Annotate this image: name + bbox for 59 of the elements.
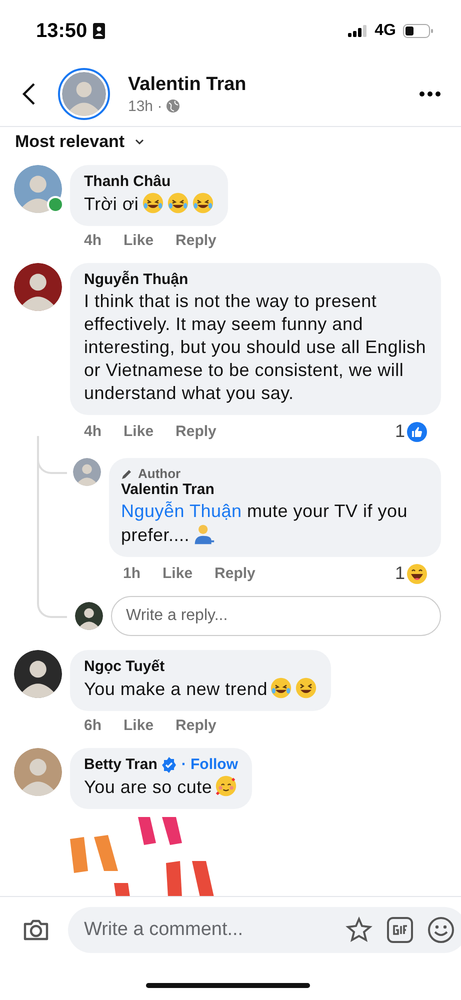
- like-button[interactable]: Like: [124, 423, 154, 440]
- globe-icon: [166, 99, 180, 113]
- avatar[interactable]: [14, 263, 62, 311]
- signal-icon: [348, 25, 368, 37]
- reply-button[interactable]: Reply: [176, 717, 216, 734]
- battery-icon: [403, 24, 433, 38]
- commenter-name[interactable]: Ngọc Tuyết: [84, 658, 165, 675]
- like-reaction-icon: [407, 422, 427, 442]
- rofl-emoji-icon: [192, 192, 214, 214]
- reaction-count: 1: [394, 421, 405, 442]
- author-label: Author: [138, 466, 181, 481]
- smiley-icon[interactable]: [427, 916, 455, 944]
- follow-link[interactable]: · Follow: [181, 756, 238, 773]
- comment-time: 4h: [84, 423, 102, 440]
- hearts-emoji-icon: [215, 775, 238, 797]
- haha-reaction-icon: [407, 564, 427, 584]
- reply-input-field[interactable]: Write a reply...: [111, 596, 441, 636]
- person-emoji-icon: [192, 523, 215, 545]
- mention-link[interactable]: Nguyễn Thuận: [121, 501, 242, 521]
- chevron-down-icon[interactable]: [134, 139, 144, 145]
- commenter-name[interactable]: Thanh Châu: [84, 173, 171, 190]
- clock: 13:50: [36, 20, 88, 42]
- comment-text: Nguyễn Thuận mute your TV if you prefer....: [121, 500, 408, 547]
- comment-text: You are so cute: [84, 775, 238, 799]
- reply-button[interactable]: Reply: [176, 423, 216, 440]
- comment-time: 1h: [123, 565, 141, 582]
- pencil-icon: [121, 468, 133, 480]
- like-button[interactable]: Like: [162, 565, 193, 582]
- commenter-name[interactable]: Nguyễn Thuận: [84, 271, 188, 288]
- author-name[interactable]: Valentin Tran: [128, 74, 397, 96]
- comment-input-field[interactable]: Write a comment...: [82, 918, 331, 942]
- comment-time: 6h: [84, 717, 102, 734]
- rofl-emoji-icon: [166, 192, 189, 214]
- comment-time: 4h: [84, 232, 102, 249]
- like-button[interactable]: Like: [124, 717, 154, 734]
- comment-box[interactable]: Write a comment...: [68, 907, 461, 953]
- avatar[interactable]: [75, 602, 103, 630]
- more-icon[interactable]: [419, 91, 441, 97]
- reply-button[interactable]: Reply: [214, 565, 256, 582]
- reply-button[interactable]: Reply: [176, 232, 216, 249]
- back-icon[interactable]: [22, 82, 36, 106]
- camera-icon[interactable]: [22, 918, 50, 942]
- network-label: 4G: [374, 22, 396, 40]
- like-button[interactable]: Like: [124, 232, 154, 249]
- gif-icon[interactable]: [387, 917, 413, 943]
- id-card-icon: [93, 23, 106, 39]
- star-icon[interactable]: [345, 916, 373, 944]
- avatar[interactable]: [14, 650, 62, 698]
- comment-text: Trời ơi: [84, 192, 214, 216]
- rofl-emoji-icon: [142, 192, 164, 214]
- post-time: 13h ·: [128, 98, 162, 114]
- reaction-count: 1: [394, 563, 405, 584]
- commenter-name[interactable]: Betty Tran: [84, 756, 158, 773]
- commenter-name[interactable]: Valentin Tran: [121, 481, 429, 498]
- comment-text: You make a new trend: [84, 677, 318, 701]
- comment-text: I think that is not the way to present effectively. It may seem funny and interesting, but you should use all English or Vietnamese to be consistent, we will understand what you say.: [84, 290, 427, 405]
- rofl-emoji-icon: [270, 677, 292, 699]
- sort-dropdown[interactable]: Most relevant: [15, 132, 144, 152]
- grin-emoji-icon: [295, 677, 318, 699]
